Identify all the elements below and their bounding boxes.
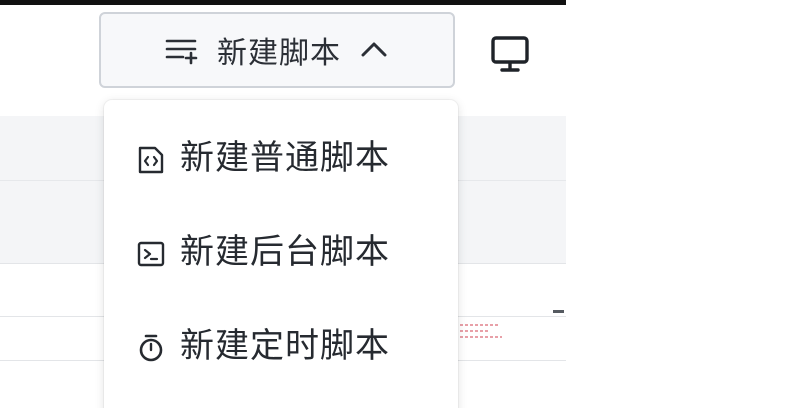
- code-file-icon: [136, 145, 166, 175]
- new-script-dropdown: 新建普通脚本 新建后台脚本 新建定时脚本: [104, 100, 458, 408]
- menu-item-label: 新建普通脚本: [180, 138, 390, 178]
- menu-item-label: 新建定时脚本: [180, 326, 390, 366]
- menu-item-new-scheduled-script[interactable]: 新建定时脚本: [104, 316, 458, 376]
- new-script-label: 新建脚本: [217, 36, 341, 71]
- add-list-icon: [165, 35, 199, 65]
- monitor-icon[interactable]: [490, 34, 530, 74]
- top-border: [0, 0, 566, 5]
- table-cell-mark: [460, 336, 502, 338]
- menu-item-new-background-script[interactable]: 新建后台脚本: [104, 222, 458, 282]
- table-cell-mark: [460, 330, 490, 332]
- new-script-button[interactable]: 新建脚本: [99, 12, 455, 88]
- menu-item-new-normal-script[interactable]: 新建普通脚本: [104, 128, 458, 188]
- table-cell-mark: [460, 324, 500, 326]
- chevron-up-icon: [359, 39, 389, 61]
- menu-item-label: 新建后台脚本: [180, 232, 390, 272]
- dash-mark: [553, 310, 564, 313]
- timer-icon: [136, 333, 166, 363]
- app-root: 新建脚本 新建普通脚本 新建后台脚本 新建定时脚本: [0, 0, 800, 408]
- terminal-icon: [136, 239, 166, 269]
